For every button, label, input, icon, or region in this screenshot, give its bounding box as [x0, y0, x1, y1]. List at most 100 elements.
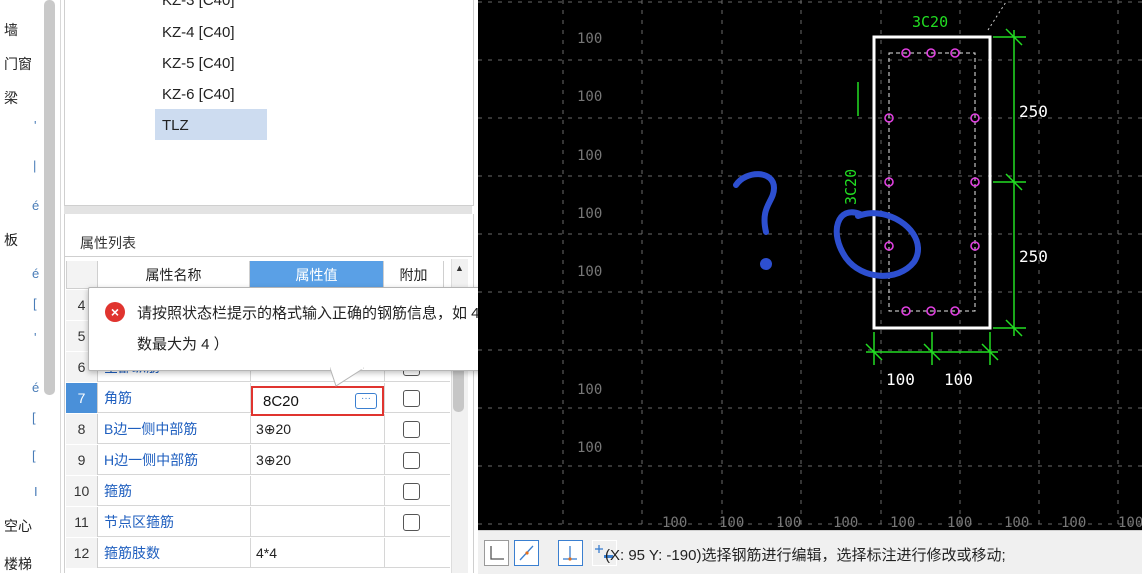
grid-label: 100	[577, 382, 602, 398]
column-divider	[384, 445, 385, 475]
snap-line-icon[interactable]	[514, 540, 539, 566]
tree-glyph-icon: '	[34, 330, 37, 345]
property-name: 箍筋肢数	[104, 545, 160, 561]
tree-glyph-icon: '	[34, 118, 37, 133]
row-number: 9	[66, 445, 98, 475]
column-divider	[250, 414, 251, 444]
column-header-name[interactable]: 属性名称	[98, 261, 250, 289]
extra-checkbox[interactable]	[403, 514, 420, 531]
grid-label: 100	[719, 515, 744, 530]
column-header-value[interactable]: 属性值	[250, 261, 384, 289]
component-item[interactable]: KZ-4 [C40]	[162, 24, 235, 41]
tooltip-message-line2: 数最大为 4 ）	[137, 336, 229, 353]
dimension-lines[interactable]	[857, 28, 1026, 365]
grid-label: 100	[947, 515, 972, 530]
tree-glyph-icon: I	[34, 484, 38, 499]
component-item-selected[interactable]: TLZ	[162, 117, 189, 134]
column-divider	[384, 476, 385, 506]
extra-checkbox[interactable]	[403, 452, 420, 469]
sidebar-scrollbar[interactable]	[44, 0, 55, 395]
column-divider	[250, 538, 251, 568]
side-rebar-label[interactable]: 3C20	[842, 169, 860, 205]
ellipsis-button[interactable]: ···	[355, 393, 377, 409]
property-name: B边一侧中部筋	[104, 421, 198, 437]
component-item[interactable]: KZ-5 [C40]	[162, 55, 235, 72]
tree-glyph-icon: é	[32, 198, 40, 213]
column-divider	[384, 538, 385, 568]
table-row[interactable]: 9 H边一侧中部筋 3⊕20	[66, 445, 450, 475]
row-number: 8	[66, 414, 98, 444]
tree-glyph-icon: é	[32, 266, 40, 281]
dimension-label[interactable]: 100	[944, 370, 973, 389]
column-divider	[250, 507, 251, 537]
grid-label: 100	[577, 148, 602, 164]
dimension-label[interactable]: 250	[1019, 102, 1048, 121]
error-icon: ×	[105, 302, 125, 322]
row-number: 11	[66, 507, 98, 537]
property-name: H边一侧中部筋	[104, 452, 199, 468]
column-outline[interactable]	[872, 35, 992, 330]
drawing-canvas[interactable]: 100 100 100 100 100 100 100 100 100 100 100 100 100 1…	[478, 0, 1142, 530]
extra-checkbox[interactable]	[403, 483, 420, 500]
rebar-value-text[interactable]: 8C20	[263, 393, 299, 410]
component-item[interactable]: KZ-6 [C40]	[162, 86, 235, 103]
grid-label: 100	[577, 89, 602, 105]
category-slab[interactable]: 板	[4, 230, 18, 250]
component-list	[64, 0, 474, 206]
row-number: 12	[66, 538, 98, 568]
property-value[interactable]: 3⊕20	[256, 445, 291, 475]
grid-label: 100	[662, 515, 687, 530]
tree-glyph-icon: é	[32, 380, 40, 395]
table-row[interactable]: 12 箍筋肢数 4*4	[66, 538, 450, 568]
row-number: 7	[66, 383, 98, 413]
ortho-mode-icon[interactable]	[484, 540, 509, 566]
column-divider	[250, 445, 251, 475]
property-value[interactable]: 3⊕20	[256, 414, 291, 444]
property-name: 角筋	[104, 390, 132, 406]
extra-checkbox[interactable]	[403, 390, 420, 407]
property-value[interactable]: 4*4	[256, 538, 277, 568]
grid-labels: 100 100 100 100 100 100 100 100 100 100 100 100 100 1…	[577, 31, 1142, 530]
grid-label: 100	[890, 515, 915, 530]
dimension-label[interactable]: 250	[1019, 247, 1048, 266]
table-row[interactable]: 8 B边一侧中部筋 3⊕20	[66, 414, 450, 444]
column-divider	[250, 476, 251, 506]
panel-divider[interactable]	[64, 206, 472, 214]
category-wall[interactable]: 墙	[4, 20, 18, 40]
perpendicular-icon[interactable]	[558, 540, 583, 566]
row-number: 10	[66, 476, 98, 506]
property-name: 箍筋	[104, 483, 132, 499]
grid-label: 100	[776, 515, 801, 530]
tooltip-pointer	[330, 367, 364, 387]
grid-label: 100	[577, 440, 602, 456]
tree-glyph-icon: [	[33, 296, 37, 311]
column-header-extra[interactable]: 附加	[384, 261, 444, 289]
tree-glyph-icon: |	[33, 158, 37, 173]
property-panel-title: 属性列表	[80, 235, 136, 251]
canvas-svg[interactable]: 100 100 100 100 100 100 100 100 100 100 100 100 100 1…	[478, 0, 1142, 530]
divider	[64, 256, 472, 257]
dimension-label[interactable]: 100	[886, 370, 915, 389]
scroll-up-arrow-icon[interactable]: ▲	[455, 263, 464, 273]
grid-label: 100	[1118, 515, 1142, 530]
tree-glyph-icon: [	[32, 448, 36, 463]
column-divider	[384, 383, 385, 413]
category-beam[interactable]: 梁	[4, 88, 18, 108]
grid-label: 100	[577, 264, 602, 280]
column-divider	[384, 507, 385, 537]
table-row[interactable]: 11 节点区箍筋	[66, 507, 450, 537]
category-hollow[interactable]: 空心	[4, 516, 32, 536]
tree-glyph-icon: [	[32, 410, 36, 425]
grid-label: 100	[833, 515, 858, 530]
top-rebar-label[interactable]: 3C20	[912, 13, 948, 31]
grid-label: 100	[1004, 515, 1029, 530]
component-item[interactable]: KZ-3 [C40]	[162, 0, 235, 9]
row-number-header	[66, 261, 98, 289]
extra-checkbox[interactable]	[403, 421, 420, 438]
handwritten-annotation	[733, 171, 922, 279]
category-stairs[interactable]: 楼梯	[4, 554, 32, 574]
table-row[interactable]: 10 箍筋	[66, 476, 450, 506]
category-door-window[interactable]: 门窗	[4, 54, 32, 74]
leader-line	[987, 1, 1007, 31]
grid-label: 100	[1061, 515, 1086, 530]
